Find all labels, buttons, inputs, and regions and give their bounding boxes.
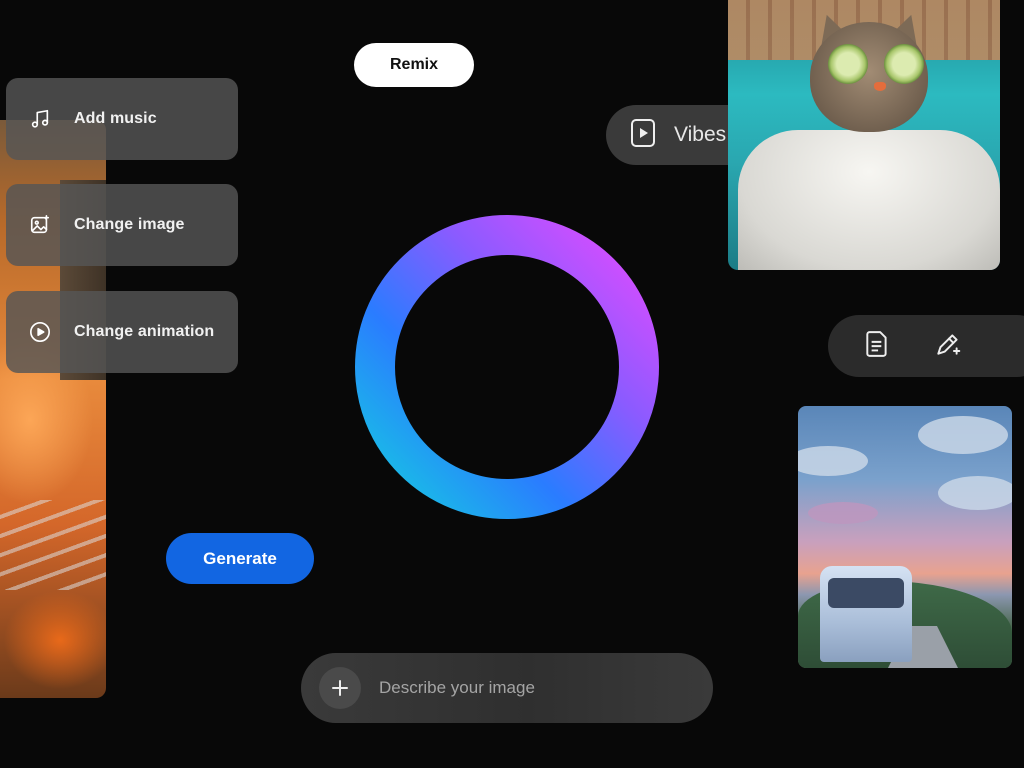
edit-toolbar xyxy=(828,315,1024,377)
play-circle-icon xyxy=(28,320,52,344)
generate-label: Generate xyxy=(203,548,277,568)
add-music-label: Add music xyxy=(74,110,157,127)
image-sparkle-icon xyxy=(28,213,52,237)
generation-ring xyxy=(354,214,660,520)
describe-image-input[interactable] xyxy=(377,677,681,699)
anime-van-photo[interactable] xyxy=(798,406,1012,668)
photo-detail xyxy=(884,44,924,84)
photo-detail xyxy=(828,578,904,608)
remix-button[interactable]: Remix xyxy=(354,43,474,87)
change-image-label: Change image xyxy=(74,216,185,233)
plus-icon[interactable] xyxy=(319,667,361,709)
play-square-icon xyxy=(630,118,656,153)
pencil-sparkle-icon[interactable] xyxy=(934,330,962,363)
generate-button[interactable]: Generate xyxy=(166,533,314,584)
photo-detail xyxy=(0,500,106,590)
add-music-button[interactable]: Add music xyxy=(6,78,238,160)
vibes-label: Vibes xyxy=(674,123,727,146)
prompt-bar xyxy=(301,653,713,723)
change-animation-button[interactable]: Change animation xyxy=(6,291,238,373)
cat-spa-photo[interactable] xyxy=(728,0,1000,270)
photo-detail xyxy=(798,446,868,476)
photo-detail xyxy=(874,82,886,91)
change-image-button[interactable]: Change image xyxy=(6,184,238,266)
document-icon[interactable] xyxy=(864,330,890,363)
photo-detail xyxy=(808,502,878,524)
change-animation-label: Change animation xyxy=(74,323,215,340)
photo-detail xyxy=(938,476,1012,510)
remix-label: Remix xyxy=(389,56,439,73)
music-note-icon xyxy=(28,107,52,131)
photo-detail xyxy=(918,416,1008,454)
photo-detail xyxy=(738,130,1000,270)
photo-detail xyxy=(828,44,868,84)
